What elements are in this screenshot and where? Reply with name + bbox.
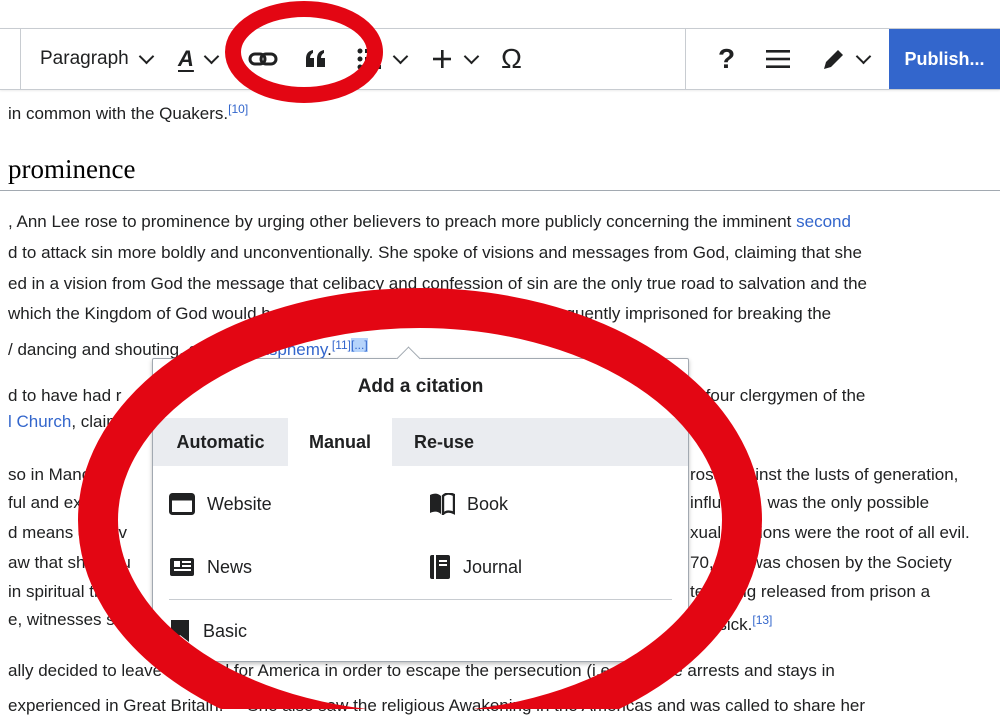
chevron-down-icon <box>855 48 872 65</box>
article-line-left: in spiritual thin <box>8 582 117 601</box>
article-line-left: d means of salv <box>8 523 128 542</box>
heading-rule <box>0 190 1000 191</box>
basic-option[interactable]: Basic <box>169 616 247 646</box>
chevron-down-icon <box>463 48 480 65</box>
insert-dropdown[interactable] <box>432 29 480 89</box>
citation-placeholder[interactable]: [...] <box>351 338 368 352</box>
article-line-left: e, witnesses sa <box>8 610 125 629</box>
article-line: ed in a vision from God the message that… <box>8 274 868 293</box>
article-line-left: l Church, claim <box>8 412 121 431</box>
basic-label: Basic <box>203 620 248 641</box>
paragraph-format-dropdown[interactable]: Paragraph <box>40 29 155 89</box>
publish-button[interactable]: Publish... <box>889 29 1000 89</box>
help-icon: ? <box>718 43 736 74</box>
article-link[interactable]: second <box>796 212 851 231</box>
bookmark-icon <box>171 620 189 642</box>
website-option[interactable]: Website <box>169 489 272 519</box>
cite-button[interactable] <box>305 29 327 89</box>
text-style-icon: A <box>178 46 194 71</box>
link-button[interactable] <box>248 29 278 89</box>
article-line: which the Kingdom of God would be establ… <box>8 304 832 323</box>
tab-automatic[interactable]: Automatic <box>153 418 288 466</box>
edit-mode-dropdown[interactable] <box>822 29 872 89</box>
chevron-down-icon <box>203 48 220 65</box>
toolbar-separator <box>20 29 21 89</box>
website-label: Website <box>207 493 272 514</box>
article-line: experienced in Great Britain.[11] She al… <box>8 694 866 715</box>
help-button[interactable]: ? <box>718 29 735 89</box>
plus-icon <box>433 50 451 68</box>
article-line-right: ter being released from prison a <box>690 582 931 601</box>
section-heading: prominence <box>8 154 136 184</box>
book-icon <box>430 493 455 515</box>
journal-option[interactable]: Journal <box>429 552 522 582</box>
bullet-list-icon <box>357 48 381 70</box>
article-line-left: d to have had r <box>8 386 122 405</box>
link-icon <box>248 52 278 66</box>
article-line: / dancing and shouting, and for blasphem… <box>8 338 368 359</box>
tab-reuse[interactable]: Re-use <box>392 418 496 466</box>
editor-toolbar: Paragraph A Ω ? Publish... <box>0 28 1000 90</box>
journal-label: Journal <box>463 556 523 577</box>
article-line-right: the sick.[13] <box>690 613 773 634</box>
article-line-left: ful and explicit <box>8 493 116 512</box>
omega-icon: Ω <box>501 43 522 74</box>
news-label: News <box>207 556 253 577</box>
reference-link[interactable]: [13] <box>752 613 772 627</box>
article-line-left: aw that she wou <box>8 553 131 572</box>
article-line-left: so in Manche <box>8 465 110 484</box>
add-citation-dialog: Add a citation Automatic Manual Re-use W… <box>152 346 689 662</box>
reference-link[interactable]: [11] <box>332 338 351 352</box>
chevron-down-icon <box>392 48 409 65</box>
list-dropdown[interactable] <box>357 29 409 89</box>
reference-link[interactable]: [10] <box>228 102 248 116</box>
text-style-dropdown[interactable]: A <box>178 29 220 89</box>
newspaper-icon <box>170 558 194 576</box>
article-line: in common with the Quakers.[10] <box>8 102 249 123</box>
article-line: ally decided to leave England for Americ… <box>8 661 835 680</box>
book-option[interactable]: Book <box>429 489 508 519</box>
book-label: Book <box>467 493 509 514</box>
article-link[interactable]: blasphemy <box>246 340 327 359</box>
article-line-right: influence, was the only possible <box>690 493 930 512</box>
article-line-right: 70, she was chosen by the Society <box>690 553 952 572</box>
quote-icon <box>306 50 325 67</box>
special-character-button[interactable]: Ω <box>501 29 522 89</box>
article-line-right: ross against the lusts of generation, <box>690 465 959 484</box>
tab-manual[interactable]: Manual <box>288 418 392 466</box>
dialog-title: Add a citation <box>357 376 484 397</box>
article-line-right: xual relations were the root of all evil… <box>690 523 970 542</box>
pencil-icon <box>824 50 843 69</box>
page-options-button[interactable] <box>766 29 790 89</box>
article-line: , Ann Lee rose to prominence by urging o… <box>8 212 851 231</box>
article-line: d to attack sin more boldly and unconven… <box>8 243 862 262</box>
news-option[interactable]: News <box>169 552 252 582</box>
toolbar-separator <box>685 29 686 89</box>
article-link[interactable]: l Church <box>8 412 71 431</box>
reference-link[interactable]: [11] <box>223 694 242 708</box>
hamburger-menu-icon <box>766 50 790 68</box>
citation-tabs: Automatic Manual Re-use <box>153 418 688 466</box>
browser-window-icon <box>169 493 195 515</box>
chevron-down-icon <box>138 48 155 65</box>
article-line-right: by four clergymen of the <box>683 386 866 405</box>
dialog-divider <box>169 599 672 600</box>
journal-icon <box>430 555 450 579</box>
paragraph-label: Paragraph <box>40 48 129 69</box>
